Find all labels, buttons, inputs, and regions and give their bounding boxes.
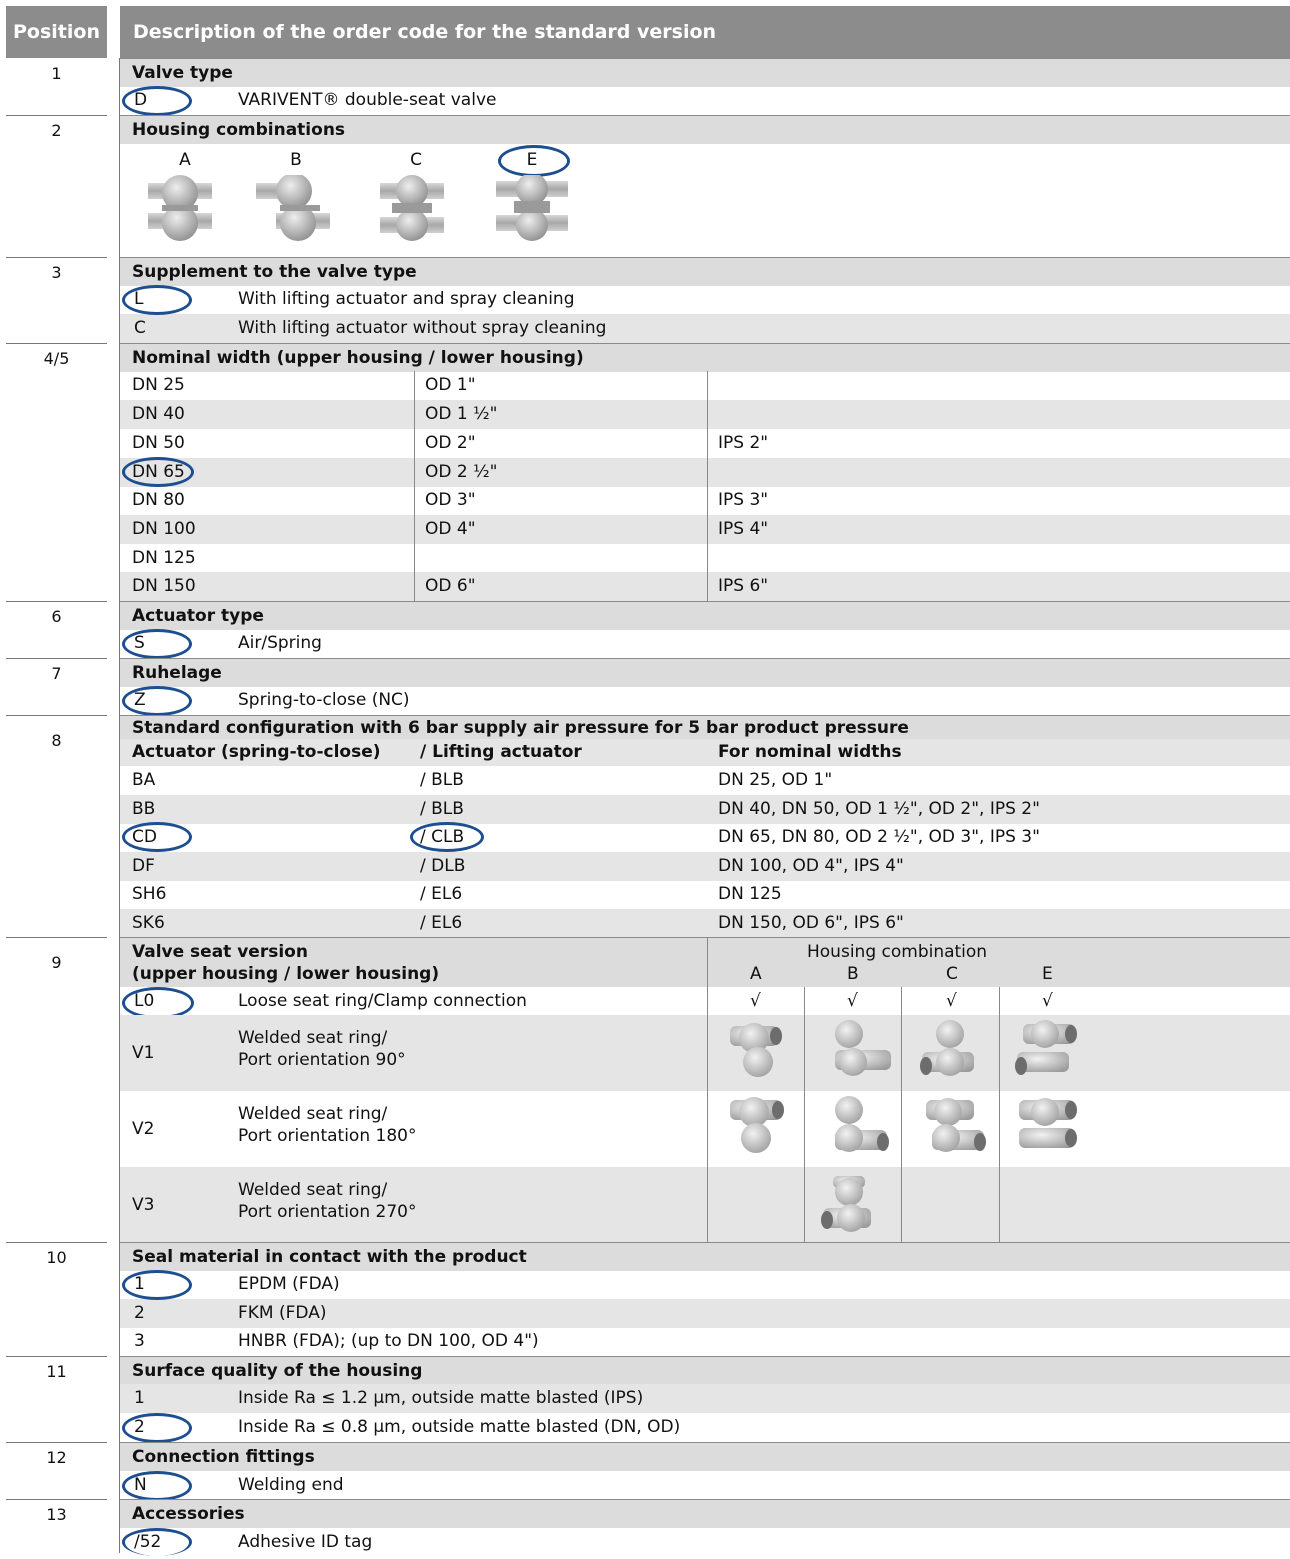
selection-oval <box>410 822 484 852</box>
nominal-width-row: DN 65 OD 2 ½" <box>120 458 1290 487</box>
actuator-row: DF / DLB DN 100, OD 4", IPS 4" <box>120 852 1290 881</box>
selection-oval <box>122 1270 192 1300</box>
position-11: 11 <box>6 1356 107 1443</box>
selection-oval <box>122 285 192 315</box>
selection-oval <box>122 1528 192 1556</box>
position-13: 13 <box>46 1505 67 1524</box>
position-3: 3 <box>6 257 107 344</box>
v2-a-icon <box>730 1097 784 1153</box>
actuator-row: SH6/ EL6 DN 125 <box>132 884 782 904</box>
position-10: 10 <box>6 1242 107 1357</box>
position-9: 9 <box>6 937 107 1243</box>
v1-b-icon <box>835 1020 891 1076</box>
position-8: 8 <box>6 715 107 938</box>
nominal-width-row: DN 25 OD 1" <box>132 375 476 395</box>
v2-e-icon <box>1019 1098 1077 1148</box>
selection-oval <box>498 145 570 177</box>
section-3-title: Supplement to the valve type <box>120 257 1290 286</box>
nominal-width-row: DN 125 <box>132 548 196 568</box>
section-13-title: Accessories <box>120 1499 1290 1528</box>
housing-b-icon <box>256 175 330 241</box>
position-header: Position <box>6 6 107 58</box>
nominal-width-row: DN 50 OD 2" IPS 2" <box>132 433 769 453</box>
section-13-row: /52 Adhesive ID tag <box>134 1532 373 1552</box>
valve-seat-row-v3: V3 Welded seat ring/ Port orientation 27… <box>120 1167 1290 1242</box>
section-2-title: Housing combinations <box>120 115 1290 144</box>
seal-row: 3 HNBR (FDA); (up to DN 100, OD 4") <box>134 1331 539 1351</box>
v3-b-icon <box>821 1176 871 1232</box>
nominal-width-row: DN 100 OD 4" IPS 4" <box>120 515 1290 544</box>
section-6-row: S Air/Spring <box>134 633 322 653</box>
v2-c-icon <box>926 1098 986 1152</box>
housing-combination-images <box>148 175 568 241</box>
section-7-row: Z Spring-to-close (NC) <box>134 690 410 710</box>
housing-c-icon <box>380 175 444 241</box>
selection-oval <box>122 822 192 852</box>
position-2: 2 <box>6 115 107 258</box>
v1-a-icon <box>730 1023 782 1077</box>
nominal-width-row: DN 150 OD 6" IPS 6" <box>120 572 1290 601</box>
selection-oval <box>122 86 192 116</box>
section-8-title: Standard configuration with 6 bar supply… <box>120 715 1290 739</box>
seal-row: 1 EPDM (FDA) <box>134 1274 340 1294</box>
housing-label-b: B <box>290 150 302 170</box>
position-1: 1 <box>6 58 107 116</box>
column-divider <box>414 371 415 601</box>
position-12: 12 <box>6 1442 107 1500</box>
valve-seat-row-v1: V1 Welded seat ring/ Port orientation 90… <box>120 1015 1290 1091</box>
section-1-row: D VARIVENT® double-seat valve <box>134 90 497 110</box>
selection-oval <box>122 686 192 716</box>
section-12-title: Connection fittings <box>120 1442 1290 1471</box>
surface-row: 1 Inside Ra ≤ 1.2 µm, outside matte blas… <box>120 1384 1290 1413</box>
section-10-title: Seal material in contact with the produc… <box>120 1242 1290 1271</box>
actuator-row: BA / BLB DN 25, OD 1" <box>132 770 833 790</box>
housing-label-a: A <box>179 150 191 170</box>
section-11-title: Surface quality of the housing <box>120 1356 1290 1385</box>
section-45-title: Nominal width (upper housing / lower hou… <box>120 343 1290 372</box>
nominal-width-row: DN 80 OD 3" IPS 3" <box>132 490 769 510</box>
valve-seat-row-v2: V2 Welded seat ring/ Port orientation 18… <box>132 1104 417 1146</box>
seal-row: 2 FKM (FDA) <box>120 1299 1290 1328</box>
selection-oval <box>122 1413 192 1443</box>
actuator-row: SK6/ EL6 DN 150, OD 6", IPS 6" <box>120 909 1290 938</box>
actuator-row: BB / BLB DN 40, DN 50, OD 1 ½", OD 2", IPS… <box>120 795 1290 824</box>
section-7-title: Ruhelage <box>120 658 1290 687</box>
section-6-title: Actuator type <box>120 601 1290 630</box>
nominal-width-row: DN 40 OD 1 ½" <box>120 400 1290 429</box>
v2-b-icon <box>835 1096 889 1152</box>
housing-e-icon <box>496 175 568 241</box>
section-9-title: Valve seat version (upper housing / lowe… <box>120 937 1290 987</box>
position-6: 6 <box>6 601 107 659</box>
section-1-title: Valve type <box>120 58 1290 87</box>
surface-row: 2 Inside Ra ≤ 0.8 µm, outside matte blas… <box>134 1417 681 1437</box>
section-3-row: C With lifting actuator without spray cl… <box>120 314 1290 343</box>
v1-e-icon <box>1015 1020 1077 1075</box>
valve-seat-row-l0: L0 Loose seat ring/Clamp connection √ √ … <box>134 991 1053 1011</box>
position-4-5: 4/5 <box>6 343 107 602</box>
section-12-row: N Welding end <box>134 1475 344 1495</box>
housing-a-icon <box>148 175 212 241</box>
position-7: 7 <box>6 658 107 716</box>
section-3-row: L With lifting actuator and spray cleani… <box>134 289 575 309</box>
valve-seat-images <box>730 1020 1077 1232</box>
section-8-headers: Actuator (spring-to-close) / Lifting act… <box>120 739 1290 766</box>
selection-oval <box>122 1471 192 1501</box>
selection-oval <box>122 629 192 659</box>
selection-oval <box>122 457 194 487</box>
housing-label-c: C <box>410 150 422 170</box>
actuator-row: CD / CLB DN 65, DN 80, OD 2 ½", OD 3", IPS… <box>132 827 1040 847</box>
description-header: Description of the order code for the st… <box>120 6 1290 58</box>
v1-c-icon <box>920 1020 974 1076</box>
column-divider <box>707 371 708 601</box>
